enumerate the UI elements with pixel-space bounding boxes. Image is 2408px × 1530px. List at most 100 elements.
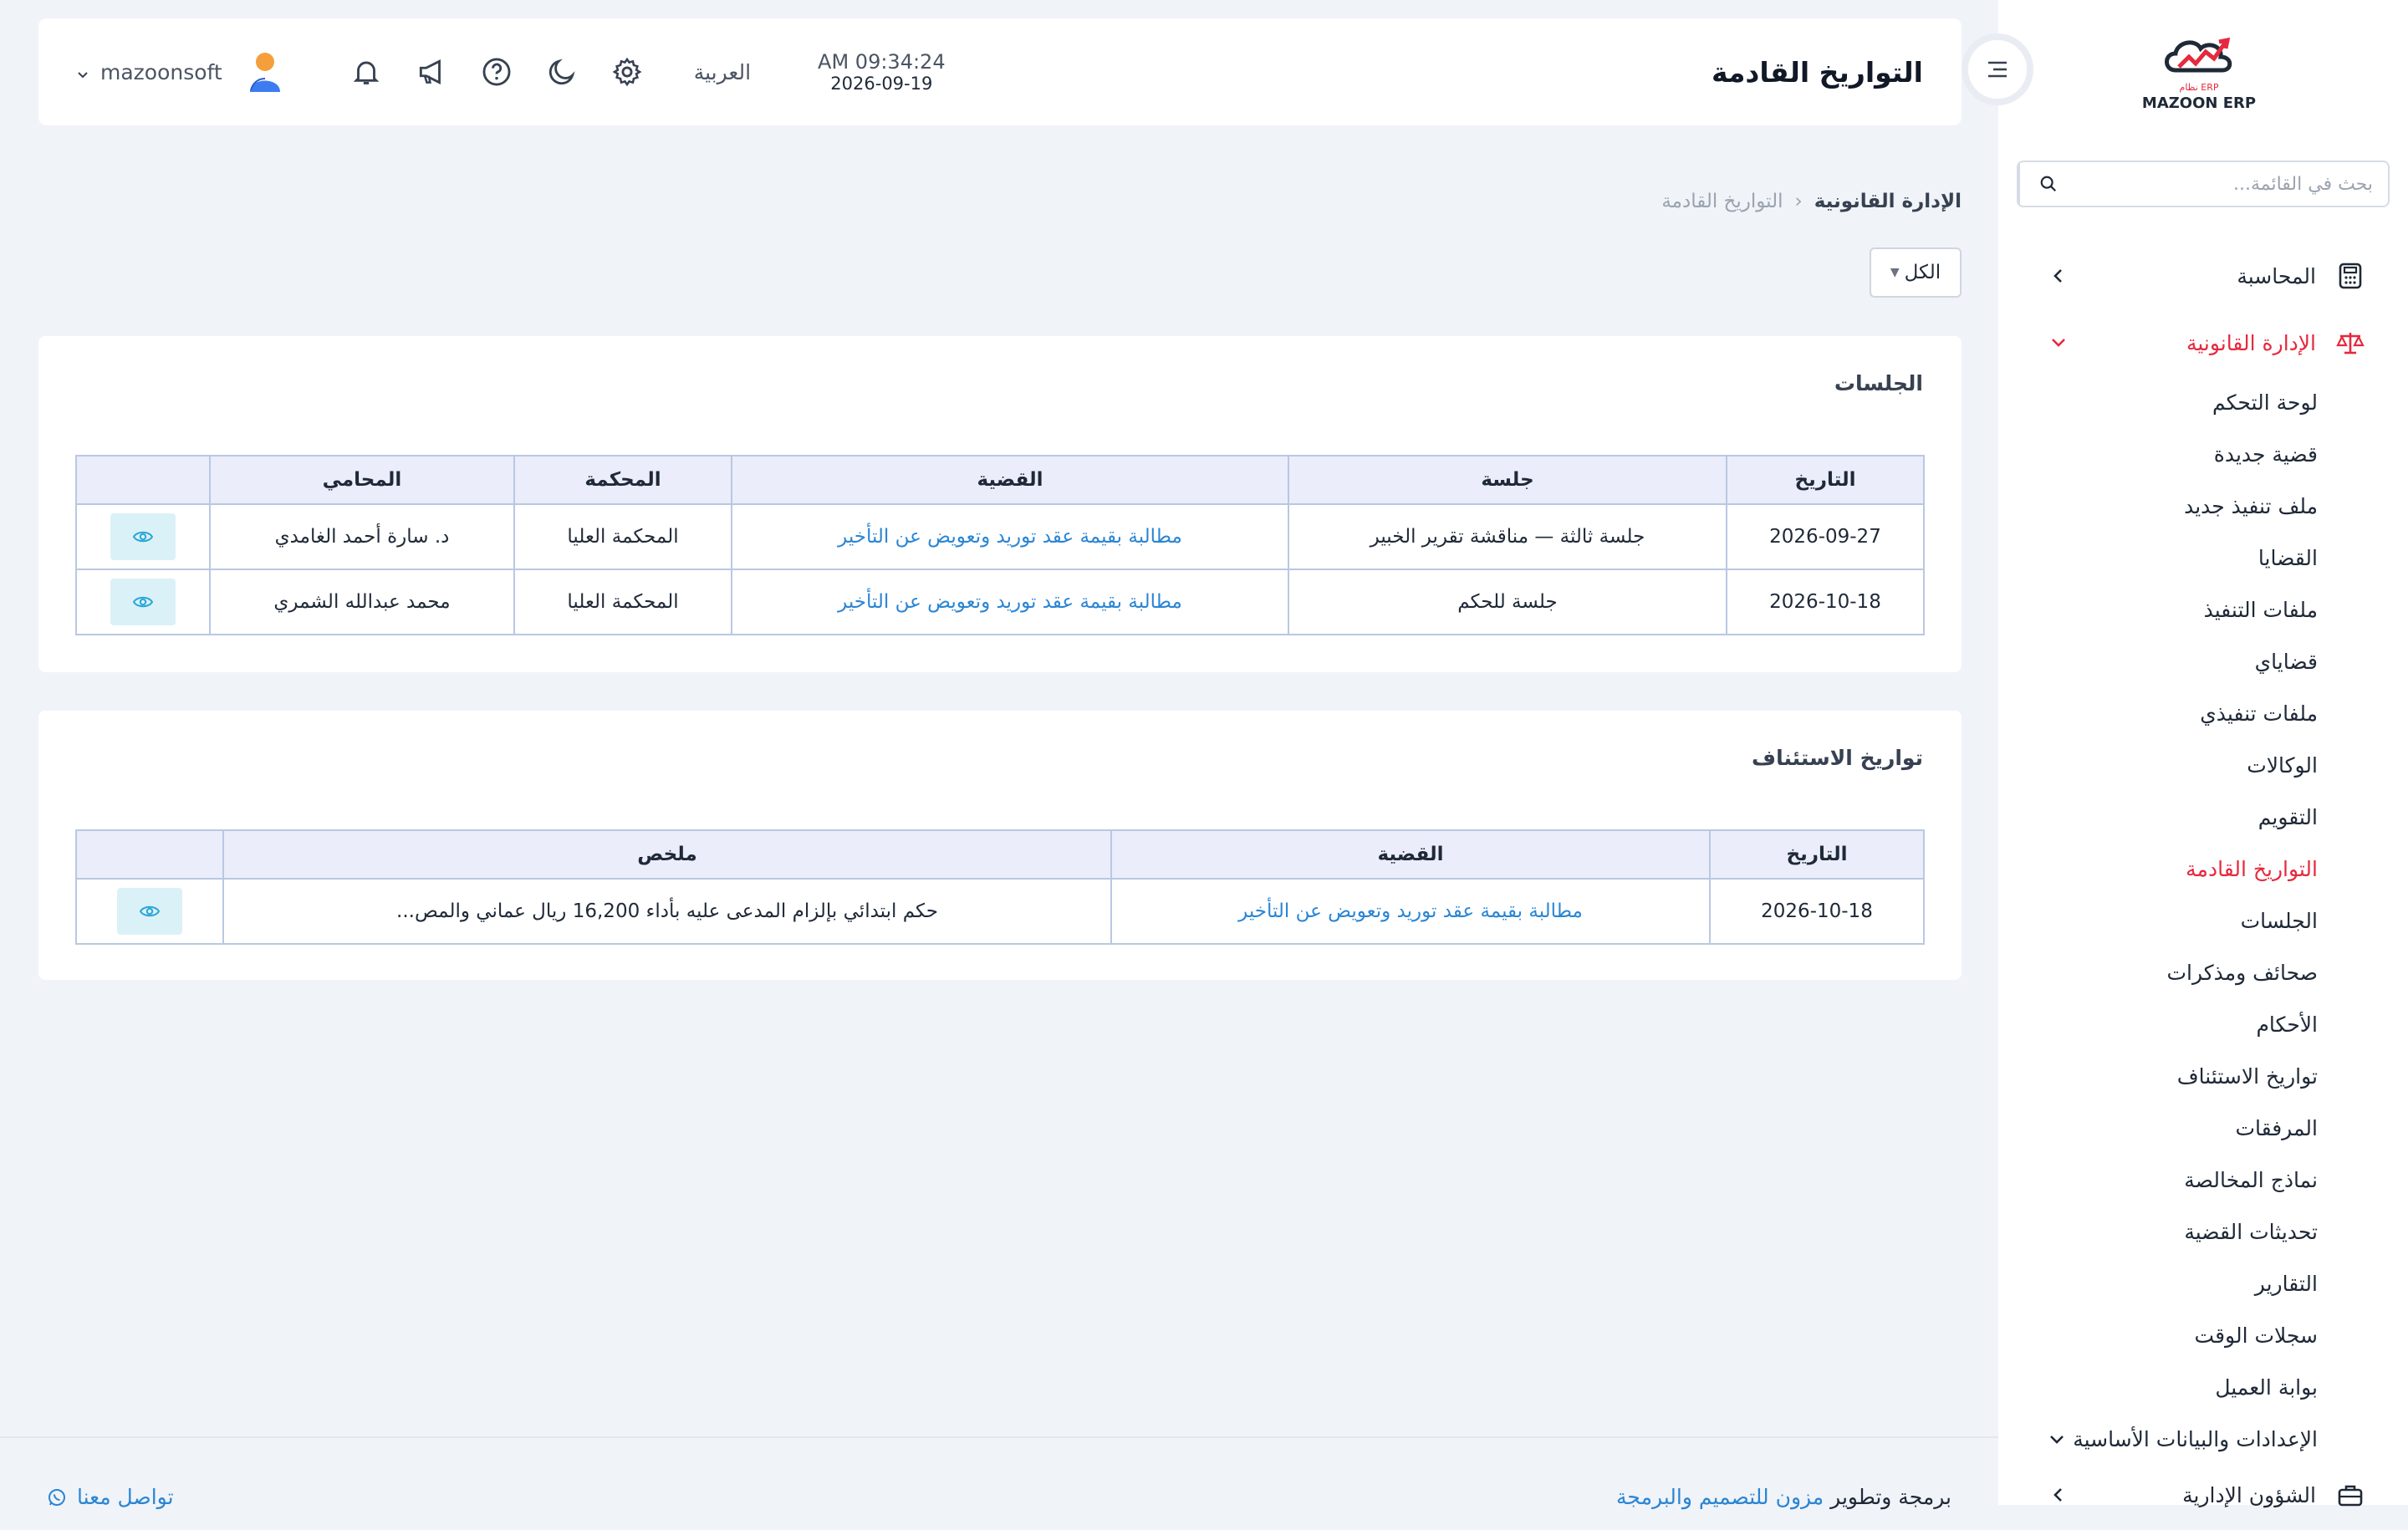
user-menu[interactable]: mazoonsoft (77, 60, 222, 84)
contact-link[interactable]: تواصل معنا (47, 1485, 174, 1509)
appeals-title: تواريخ الاستئناف (1752, 746, 1923, 770)
sidebar-nav: المحاسبة الإدارة القانونية لوحة التحكم ق… (1998, 242, 2408, 1525)
sidebar-search-input[interactable] (2077, 162, 2388, 206)
help-icon[interactable] (480, 55, 513, 89)
footer-credit-prefix: برمجة وتطوير (1830, 1485, 1951, 1509)
submenu-item-new-case[interactable]: قضية جديدة (1998, 428, 2318, 480)
submenu-item-pleadings[interactable]: صحائف ومذكرات (1998, 946, 2318, 998)
briefcase-icon (2336, 1481, 2365, 1509)
sidebar-toggle-button[interactable] (1962, 33, 2033, 105)
breadcrumb-parent[interactable]: الإدارة القانونية (1814, 191, 1962, 212)
breadcrumb-current: التواريخ القادمة (1661, 191, 1783, 212)
caret-down-icon: ▼ (1890, 266, 1900, 279)
submenu-item-judgments[interactable]: الأحكام (1998, 998, 2318, 1050)
column-header: المحكمة (513, 455, 732, 505)
scales-icon (2336, 329, 2365, 357)
submenu-item-new-execution-file[interactable]: ملف تنفيذ جديد (1998, 480, 2318, 532)
column-header (75, 829, 224, 880)
filter-select[interactable]: الكل ▼ (1870, 247, 1962, 298)
submenu-item-case-updates[interactable]: تحديثات القضية (1998, 1206, 2318, 1257)
moon-icon[interactable] (545, 55, 579, 89)
submenu-group-settings[interactable]: الإعدادات والبيانات الأساسية (1998, 1413, 2318, 1465)
view-button[interactable] (110, 579, 176, 625)
chevron-left-icon (2048, 266, 2069, 286)
footer-credit: برمجة وتطوير مزون للتصميم والبرمجة (1616, 1485, 1951, 1509)
column-header: المحامي (209, 455, 515, 505)
search-icon[interactable] (2018, 162, 2077, 206)
sidebar-item-admin-affairs[interactable]: الشؤون الإدارية (1998, 1465, 2408, 1525)
case-link[interactable]: مطالبة بقيمة عقد توريد وتعويض عن التأخير (731, 569, 1289, 635)
column-header: التاريخ (1709, 829, 1925, 880)
gear-icon[interactable] (610, 55, 644, 89)
submenu-item-calendar[interactable]: التقويم (1998, 791, 2318, 843)
filter-selected: الكل (1904, 262, 1941, 283)
chevron-down-icon (77, 60, 89, 84)
avatar[interactable] (246, 50, 284, 94)
bell-icon[interactable] (349, 55, 383, 89)
sidebar-search (2017, 161, 2390, 207)
sidebar-item-accounting[interactable]: المحاسبة (1998, 242, 2408, 309)
column-header (75, 455, 211, 505)
cell-lawyer: محمد عبدالله الشمري (209, 569, 515, 635)
table-row: 2026-10-18 مطالبة بقيمة عقد توريد وتعويض… (75, 878, 1925, 945)
submenu-item-agencies[interactable]: الوكالات (1998, 739, 2318, 791)
submenu-item-execution-files[interactable]: ملفات التنفيذ (1998, 584, 2318, 635)
clock-time: AM 09:34:24 (818, 50, 946, 74)
case-link[interactable]: مطالبة بقيمة عقد توريد وتعويض عن التأخير (1110, 878, 1711, 945)
submenu-item-my-execution-files[interactable]: ملفات تنفيذي (1998, 687, 2318, 739)
cell-actions (75, 878, 224, 945)
table-row: 2026-10-18 جلسة للحكم مطالبة بقيمة عقد ت… (75, 569, 1925, 635)
footer: برمجة وتطوير مزون للتصميم والبرمجة تواصل… (0, 1436, 1998, 1530)
table-header-row: التاريخ القضية ملخص (75, 829, 1925, 880)
submenu-item-clearance-forms[interactable]: نماذج المخالصة (1998, 1154, 2318, 1206)
whatsapp-icon (48, 1488, 65, 1506)
calculator-icon (2336, 262, 2365, 290)
logo: ERP نظام MAZOON ERP (2140, 33, 2258, 117)
view-button[interactable] (110, 513, 176, 560)
sidebar: ERP نظام MAZOON ERP المحاسبة الإدارة الق… (1998, 0, 2408, 1507)
column-header: القضية (731, 455, 1289, 505)
sessions-title: الجلسات (1834, 371, 1923, 395)
case-link[interactable]: مطالبة بقيمة عقد توريد وتعويض عن التأخير (731, 503, 1289, 570)
language-switch[interactable]: العربية (694, 60, 751, 84)
sidebar-item-legal[interactable]: الإدارة القانونية (1998, 309, 2408, 376)
submenu-item-client-portal[interactable]: بوابة العميل (1998, 1361, 2318, 1413)
megaphone-icon[interactable] (415, 55, 448, 89)
sessions-card: الجلسات التاريخ جلسة القضية المحكمة المح… (38, 336, 1962, 672)
submenu-item-appeal-dates[interactable]: تواريخ الاستئناف (1998, 1050, 2318, 1102)
top-header: التواريخ القادمة AM 09:34:24 2026-09-19 … (38, 18, 1962, 125)
submenu-item-upcoming-dates[interactable]: التواريخ القادمة (1998, 843, 2318, 895)
sidebar-item-label: الإدارة القانونية (2186, 330, 2316, 355)
menu-icon (1988, 61, 2007, 78)
submenu-item-my-cases[interactable]: قضاياي (1998, 635, 2318, 687)
chevron-left-icon: ‹ (1794, 191, 1803, 212)
column-header: التاريخ (1726, 455, 1925, 505)
legal-submenu: لوحة التحكم قضية جديدة ملف تنفيذ جديد ال… (1998, 376, 2408, 1465)
chevron-down-icon (2048, 333, 2069, 353)
logo-text: MAZOON ERP (2141, 94, 2257, 112)
submenu-item-dashboard[interactable]: لوحة التحكم (1998, 376, 2318, 428)
eye-icon (132, 596, 154, 608)
cell-session: جلسة للحكم (1288, 569, 1727, 635)
submenu-item-reports[interactable]: التقارير (1998, 1257, 2318, 1309)
view-button[interactable] (117, 888, 182, 935)
footer-credit-link[interactable]: مزون للتصميم والبرمجة (1616, 1485, 1824, 1509)
username: mazoonsoft (100, 59, 222, 84)
clock: AM 09:34:24 2026-09-19 (818, 50, 946, 94)
eye-icon (139, 905, 161, 917)
table-row: 2026-09-27 جلسة ثالثة — مناقشة تقرير الخ… (75, 503, 1925, 570)
cell-court: المحكمة العليا (513, 569, 732, 635)
cell-actions (75, 503, 211, 570)
cell-date: 2026-10-18 (1709, 878, 1925, 945)
column-header: جلسة (1288, 455, 1727, 505)
submenu-item-sessions[interactable]: الجلسات (1998, 895, 2318, 946)
cell-date: 2026-10-18 (1726, 569, 1925, 635)
submenu-item-time-logs[interactable]: سجلات الوقت (1998, 1309, 2318, 1361)
logo-small-text: ERP نظام (2179, 82, 2219, 93)
table-header-row: التاريخ جلسة القضية المحكمة المحامي (75, 455, 1925, 505)
cell-lawyer: د. سارة أحمد الغامدي (209, 503, 515, 570)
column-header: القضية (1110, 829, 1711, 880)
submenu-item-attachments[interactable]: المرفقات (1998, 1102, 2318, 1154)
cell-actions (75, 569, 211, 635)
submenu-item-cases[interactable]: القضايا (1998, 532, 2318, 584)
